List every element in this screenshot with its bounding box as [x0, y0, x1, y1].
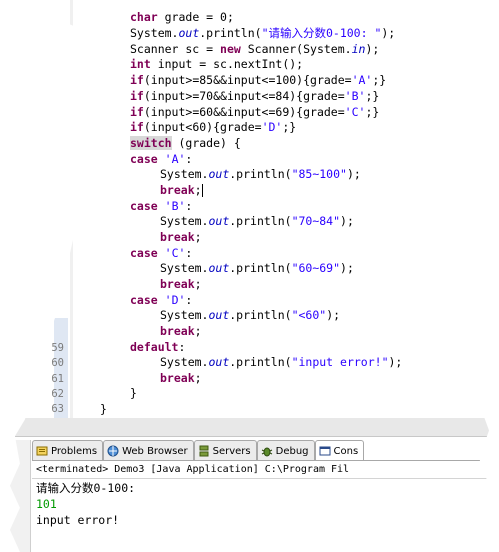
code-line: switch (grade) {	[130, 136, 241, 150]
code-line: char grade = 0;	[130, 10, 234, 24]
text-caret	[201, 184, 203, 197]
tab-label: Cons	[333, 445, 359, 457]
debug-icon	[261, 447, 272, 457]
code-line: break;	[160, 324, 202, 338]
panel-tabs: Problems Web Browser Servers Debug Cons	[32, 440, 365, 461]
code-line: }	[130, 386, 137, 400]
console-icon	[319, 446, 331, 456]
code-line: System.out.println("85~100");	[160, 167, 361, 181]
console-panel: Problems Web Browser Servers Debug Cons …	[9, 418, 490, 552]
editor-bottom-scrollbar[interactable]	[9, 418, 490, 437]
fold-bar	[70, 0, 73, 418]
code-line: default:	[130, 340, 186, 354]
screenshot-paper: 59 60 61 62 63 char grade = 0; System.ou…	[9, 0, 490, 552]
code-line: int input = sc.nextInt();	[130, 57, 304, 71]
code-line: Scanner sc = new Scanner(System.in);	[130, 42, 380, 56]
line-number: 60	[51, 357, 64, 369]
code-line: break;	[160, 371, 202, 385]
code-line: System.out.println("input error!");	[160, 355, 403, 369]
tab-problems[interactable]: Problems	[32, 440, 104, 461]
code-line: case 'B':	[130, 199, 193, 213]
console-output[interactable]: 请输入分数0-100: 101 input error!	[36, 480, 135, 528]
line-number: 62	[51, 388, 64, 400]
code-line: System.out.println("请输入分数0-100: ");	[130, 26, 396, 40]
console-line: 请输入分数0-100:	[36, 481, 136, 495]
line-number: 59	[51, 342, 64, 354]
code-line: break;	[160, 277, 202, 291]
tab-console[interactable]: Cons	[314, 440, 365, 461]
code-line: System.out.println("60~69");	[160, 261, 354, 275]
tab-debug[interactable]: Debug	[256, 440, 315, 461]
code-editor[interactable]: 59 60 61 62 63 char grade = 0; System.ou…	[9, 0, 490, 418]
code-line: break;	[160, 230, 202, 244]
tab-label: Debug	[275, 445, 309, 457]
line-number: 63	[51, 403, 64, 415]
panel-side-strip	[9, 440, 31, 552]
tab-servers[interactable]: Servers	[193, 440, 257, 461]
tab-label: Web Browser	[122, 445, 188, 457]
tab-web-browser[interactable]: Web Browser	[103, 440, 194, 461]
globe-icon	[107, 445, 119, 457]
console-status-bar: <terminated> Demo3 [Java Application] C:…	[32, 460, 490, 479]
console-input-line: 101	[36, 497, 57, 511]
servers-icon	[199, 445, 209, 457]
code-line: if(input>=70&&input<=84){grade='B';}	[130, 89, 380, 103]
tab-label: Servers	[212, 445, 251, 457]
code-line: }	[100, 402, 107, 416]
code-line: break;	[160, 183, 203, 197]
code-line: if(input<60){grade='D';}	[130, 120, 297, 134]
line-number: 61	[51, 373, 64, 385]
code-line: case 'C':	[130, 246, 193, 260]
console-line: input error!	[36, 513, 120, 527]
tab-label: Problems	[51, 445, 98, 457]
code-line: System.out.println("70~84");	[160, 214, 354, 228]
code-line: System.out.println("<60");	[160, 308, 341, 322]
code-line: case 'D':	[130, 293, 193, 307]
code-line: if(input>=60&&input<=69){grade='C';}	[130, 105, 380, 119]
problems-icon	[36, 446, 48, 456]
code-line: case 'A':	[130, 152, 193, 166]
code-line: if(input>=85&&input<=100){grade='A';}	[130, 73, 387, 87]
